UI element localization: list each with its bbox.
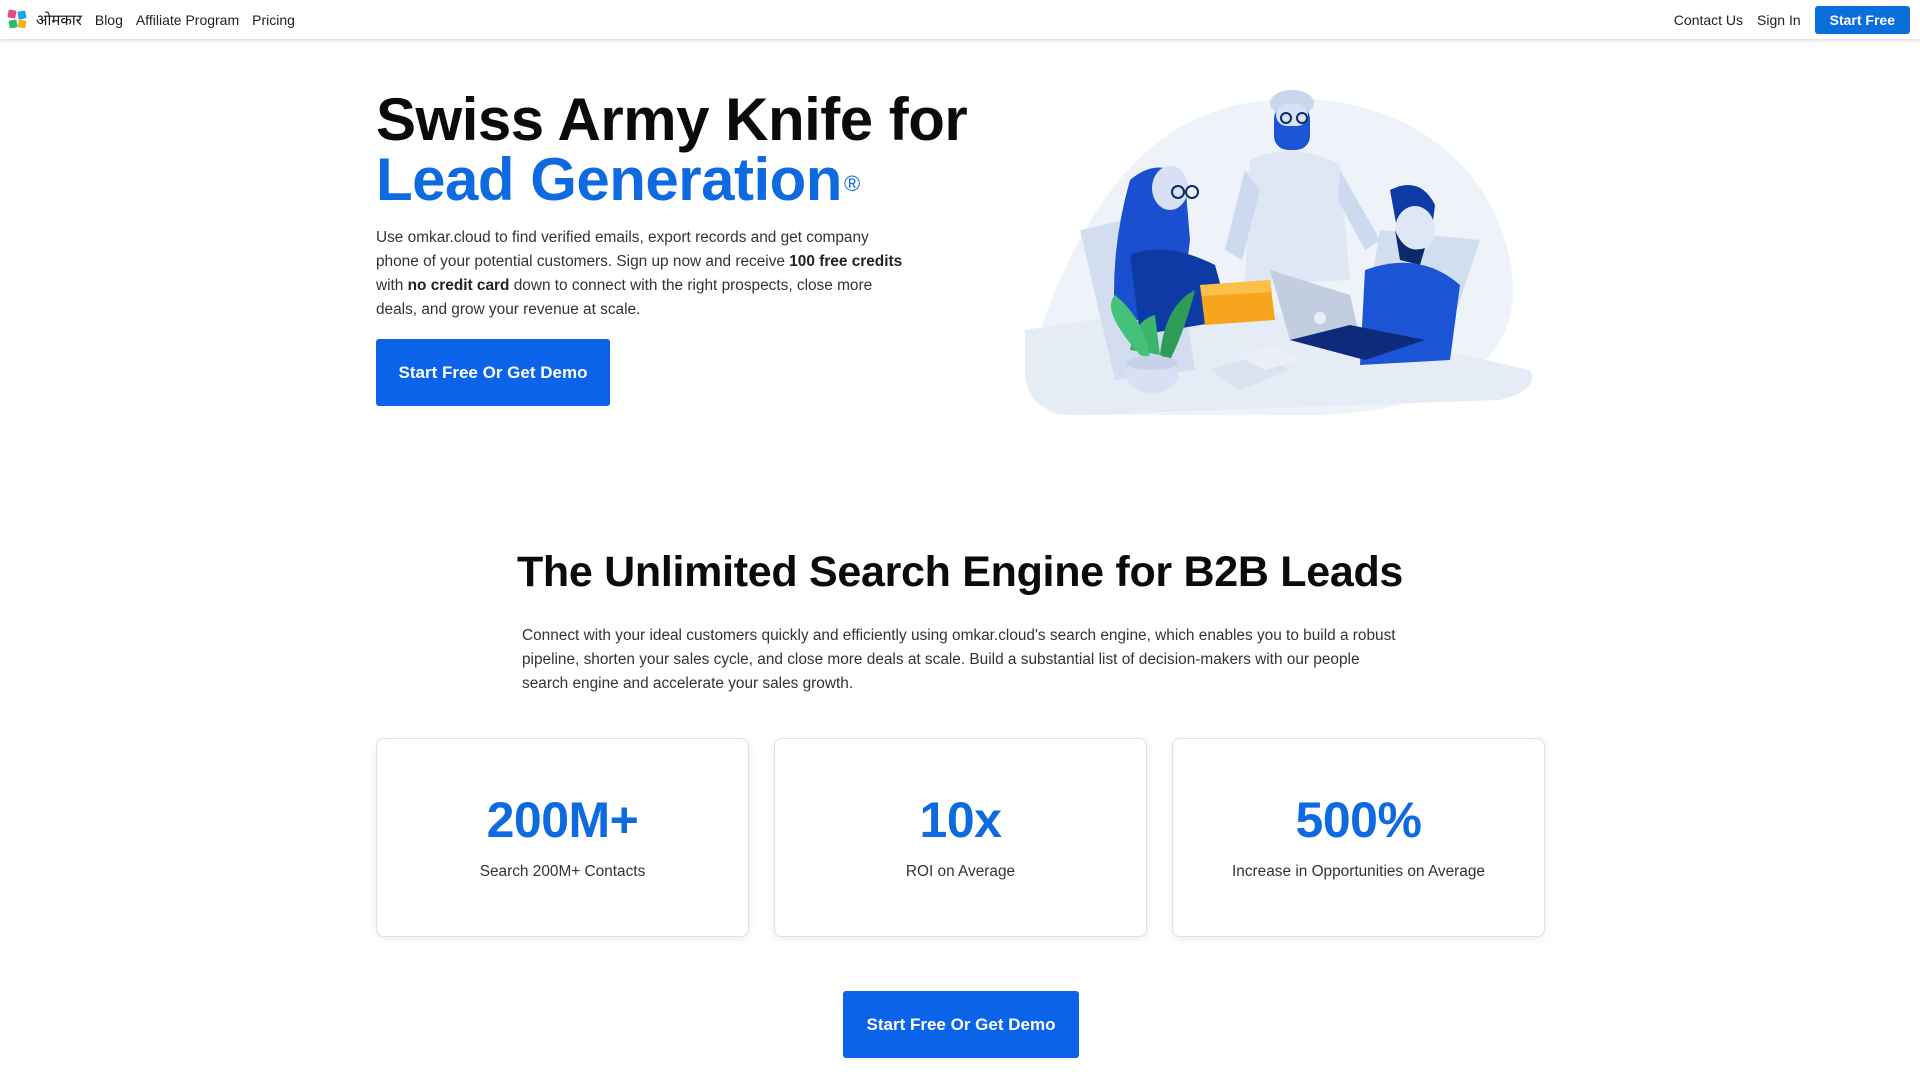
secondary-nav: Contact Us Sign In Start Free — [1674, 5, 1910, 34]
stat-label: ROI on Average — [905, 863, 1016, 880]
stat-value: 500% — [1295, 792, 1422, 848]
brand-name: ओमकार — [36, 10, 82, 29]
top-navbar: ओमकार Blog Affiliate Program Pricing Con… — [0, 0, 1920, 39]
stat-label: Search 200M+ Contacts — [479, 863, 646, 880]
nav-link-sign-in[interactable]: Sign In — [1757, 12, 1801, 28]
stat-value: 10x — [919, 792, 1002, 848]
hero-desc-free-credits: 100 free credits — [789, 253, 903, 270]
hero-desc-no-credit-card: no credit card — [407, 277, 510, 294]
section-description: Connect with your ideal customers quickl… — [522, 627, 1396, 692]
hero-start-free-demo-button[interactable]: Start Free Or Get Demo — [376, 339, 610, 406]
stat-value: 200M+ — [486, 792, 639, 848]
nav-link-affiliate-program[interactable]: Affiliate Program — [136, 12, 239, 28]
start-free-button[interactable]: Start Free — [1814, 5, 1910, 34]
bottom-start-free-demo-button[interactable]: Start Free Or Get Demo — [843, 991, 1079, 1058]
stat-label: Increase in Opportunities on Average — [1232, 863, 1485, 880]
section-title: The Unlimited Search Engine for B2B Lead… — [516, 548, 1404, 596]
hero-title-line2: Lead Generation — [376, 146, 842, 213]
stats-grid: 200M+ Search 200M+ Contacts 10x ROI on A… — [376, 738, 1545, 937]
stat-card-contacts: 200M+ Search 200M+ Contacts — [376, 738, 749, 937]
trademark-symbol: ® — [843, 171, 860, 196]
team-meeting-illustration — [1025, 90, 1532, 415]
nav-link-contact-us[interactable]: Contact Us — [1674, 12, 1743, 28]
nav-link-pricing[interactable]: Pricing — [252, 12, 295, 28]
brand-link[interactable]: ओमकार — [7, 9, 82, 30]
hero-title-line1: Swiss Army Knife for — [376, 86, 968, 153]
hero-title: Swiss Army Knife for Lead Generation® — [376, 90, 968, 213]
omkar-logo-icon — [7, 9, 27, 29]
primary-nav: Blog Affiliate Program Pricing — [82, 12, 295, 28]
hero-desc-text-2: with — [376, 277, 408, 294]
nav-link-blog[interactable]: Blog — [95, 12, 123, 28]
stat-card-opportunities: 500% Increase in Opportunities on Averag… — [1172, 738, 1545, 937]
stat-card-roi: 10x ROI on Average — [774, 738, 1147, 937]
hero-description: Use omkar.cloud to find verified emails,… — [376, 226, 906, 322]
